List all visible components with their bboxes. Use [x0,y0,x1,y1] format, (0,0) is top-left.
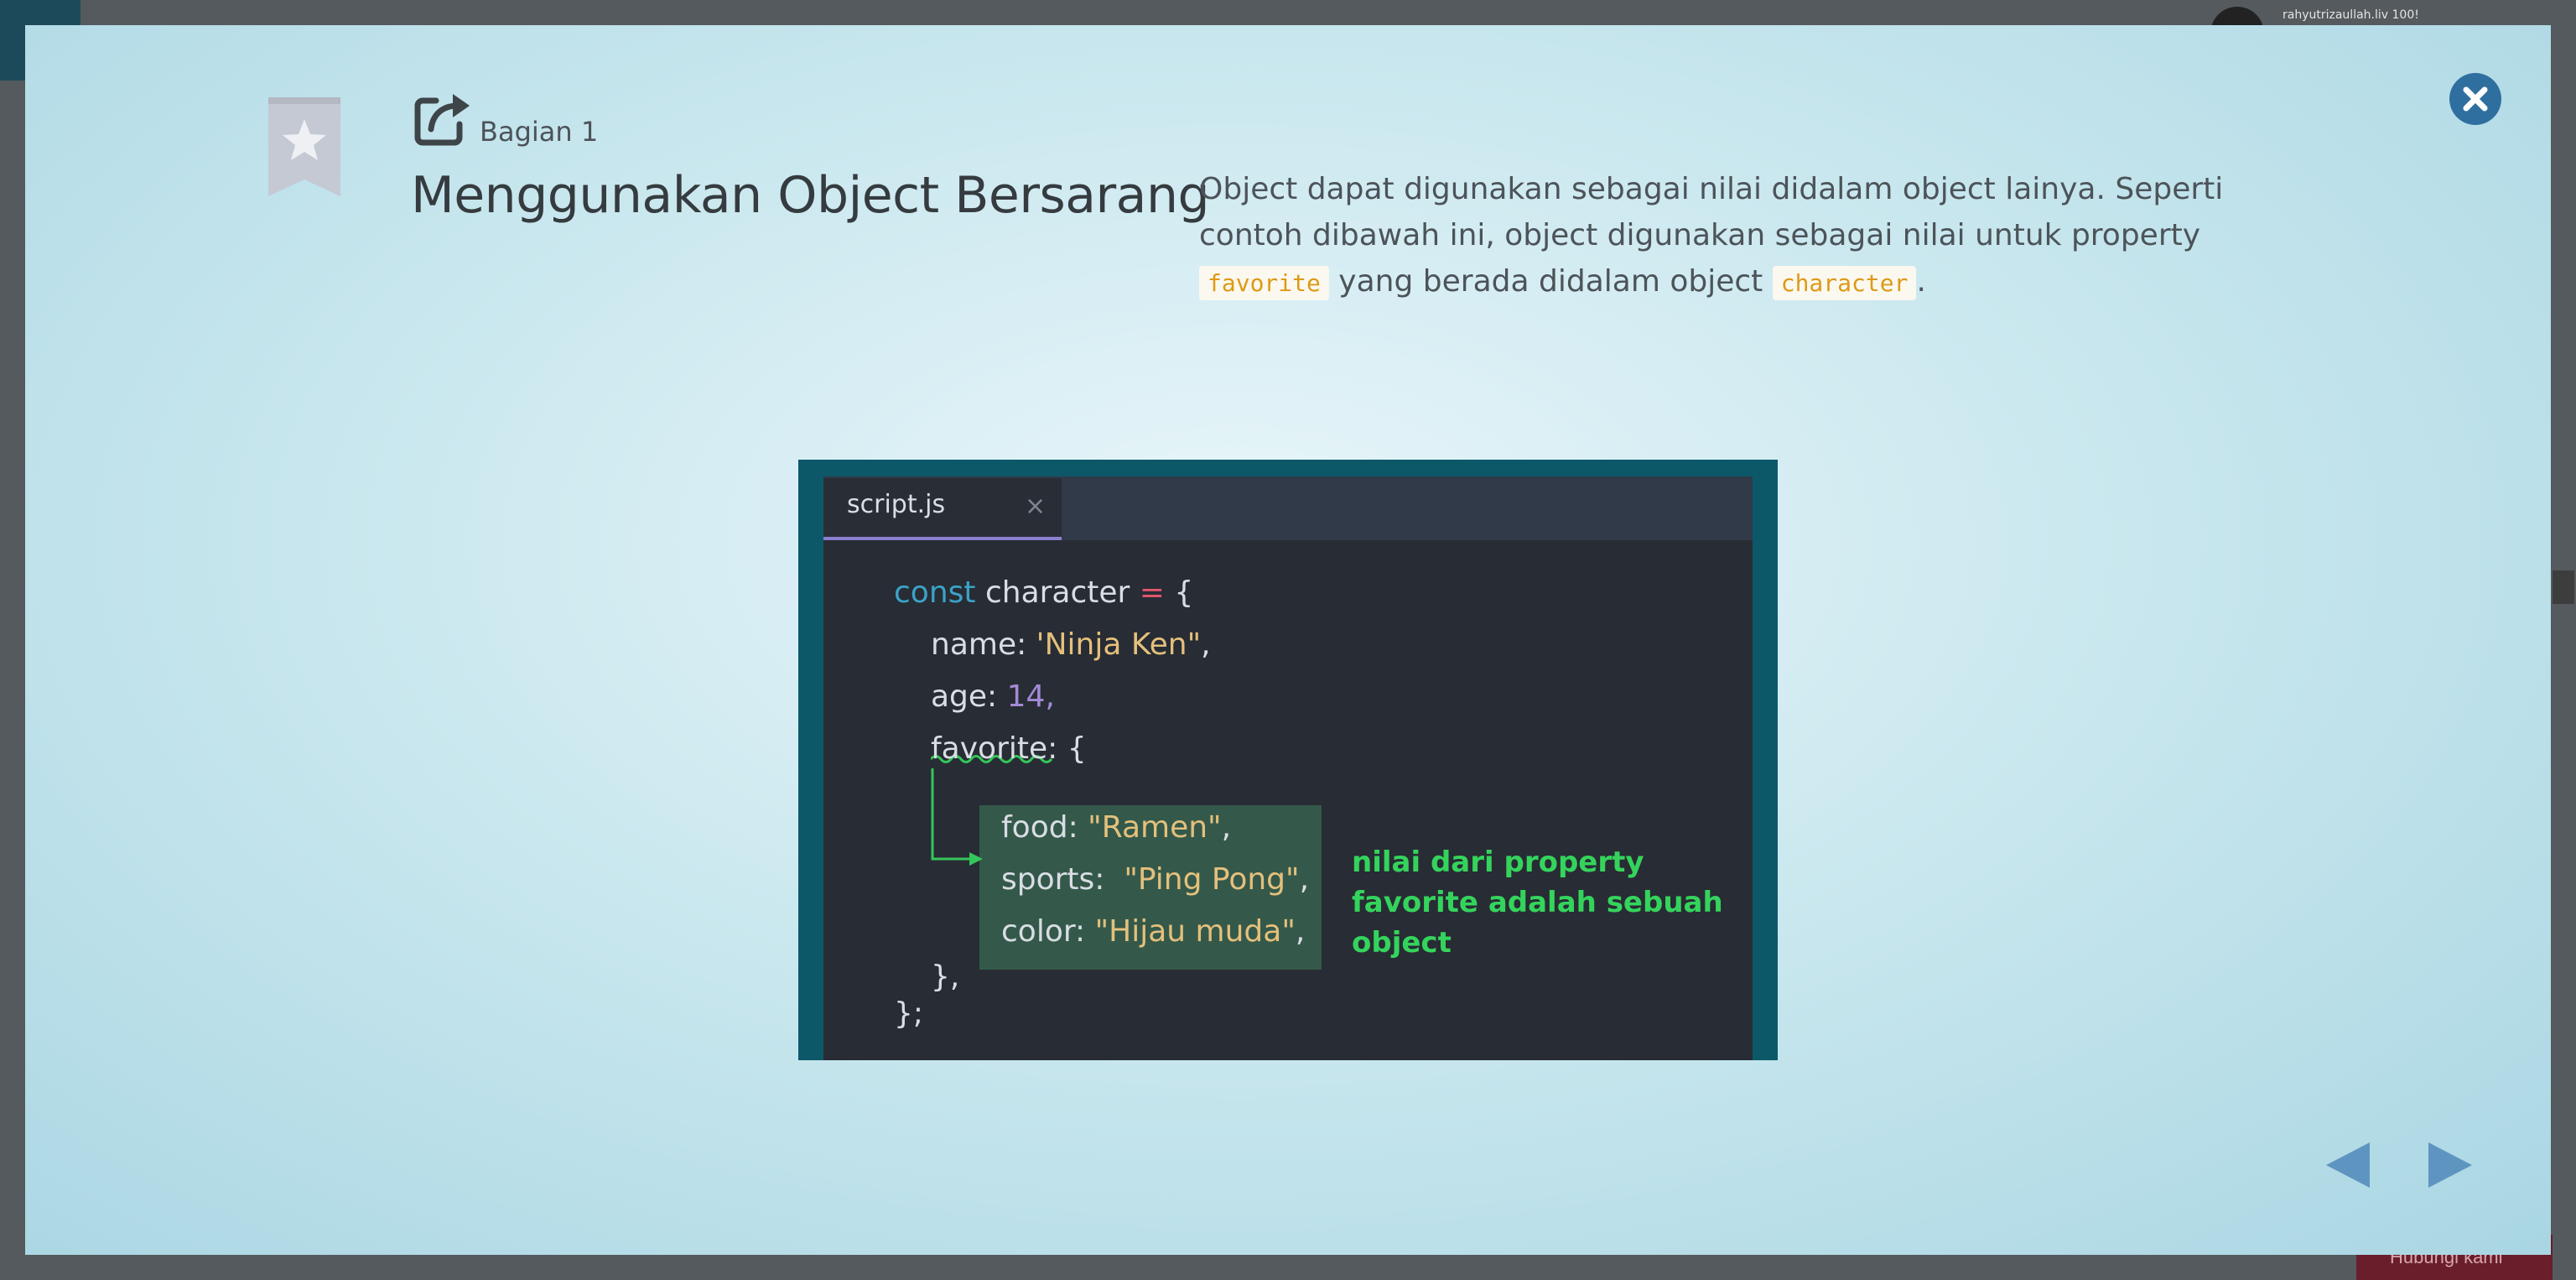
code-key: sports: [1001,862,1124,897]
code-line-8: }, [931,960,960,994]
background-username: rahyutrizaullah.liv 100! [2283,8,2419,22]
code-example-image: script.js × const character = { name: 'N… [798,460,1778,1060]
code-comma: , [1295,914,1306,949]
code-number: 14, [1006,679,1055,714]
code-string: "Ping Pong" [1124,862,1300,897]
code-line-7: color: "Hijau muda", [1001,914,1305,949]
triangle-right-icon[interactable] [2428,1142,2472,1188]
code-string: 'Ninja Ken" [1036,627,1202,662]
description-text: Object dapat digunakan sebagai nilai did… [1199,166,2239,306]
code-key: age: [931,679,1007,714]
code-line-2: name: 'Ninja Ken", [931,627,1211,662]
slide-modal: Bagian 1 Menggunakan Object Bersarang Ob… [25,25,2551,1255]
code-line-9: }; [894,996,924,1031]
code-brace: { [1164,575,1194,610]
triangle-left-icon[interactable] [2326,1142,2370,1188]
page-title: Menggunakan Object Bersarang [411,166,1210,225]
description-part-2: yang berada didalam object [1328,264,1773,299]
code-brace: : { [1047,731,1087,766]
code-key: name: [931,627,1036,662]
code-comma: , [1221,810,1232,845]
code-keyword: const [894,575,976,610]
code-line-5: food: "Ramen", [1001,810,1231,845]
code-string: "Ramen" [1088,810,1222,845]
code-line-1: const character = { [894,575,1193,610]
code-operator: = [1139,575,1165,610]
code-annotation: nilai dari property favorite adalah sebu… [1352,846,1723,960]
bookmark-star-icon[interactable] [268,97,340,196]
page-scrollbar[interactable] [2553,570,2574,604]
code-line-6: sports: "Ping Pong", [1001,862,1309,897]
external-link-icon[interactable] [411,89,471,149]
code-identifier: character [975,575,1140,610]
code-key: food: [1001,810,1088,845]
code-line-3: age: 14, [931,679,1055,714]
code-string: "Hijau muda" [1094,914,1296,949]
code-line-4: favorite: { [931,731,1087,766]
code-key: color: [1001,914,1095,949]
inline-code-favorite: favorite [1199,266,1329,300]
code-editor: script.js × const character = { name: 'N… [823,476,1753,1060]
code-block: const character = { name: 'Ninja Ken", a… [823,476,1753,1060]
code-key: favorite [931,731,1048,766]
inline-code-character: character [1772,266,1917,300]
description-part-1: Object dapat digunakan sebagai nilai did… [1199,172,2224,252]
description-part-3: . [1916,264,1926,299]
code-comma: , [1299,862,1310,897]
code-comma: , [1201,627,1211,662]
section-label: Bagian 1 [480,116,599,148]
close-circle-icon[interactable] [2449,72,2502,126]
